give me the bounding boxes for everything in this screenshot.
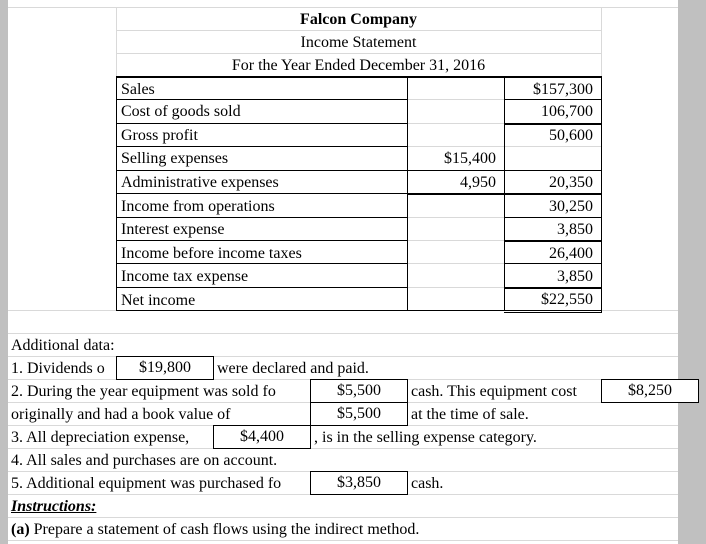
instructions-heading: Instructions:: [11, 498, 97, 515]
row-col1: [408, 100, 504, 123]
row-label: Net income: [121, 292, 196, 309]
instruction-a-text: Prepare a statement of cash flows using …: [29, 521, 420, 538]
row-col2: $157,300: [533, 81, 593, 98]
row-label: Cost of goods sold: [121, 103, 241, 120]
equipment-sale-value: $5,500: [310, 379, 408, 403]
row-label: Income before income taxes: [121, 245, 302, 262]
row-col1: [408, 124, 504, 147]
equipment-purchase-value: $3,850: [310, 471, 408, 495]
row-label: Selling expenses: [121, 150, 229, 167]
row-col1: [408, 78, 504, 101]
item5-text: 5. Additional equipment was purchased fo: [11, 475, 282, 492]
company-name: Falcon Company: [300, 11, 417, 28]
row-col1: [408, 242, 504, 265]
row-col1: [408, 195, 504, 218]
row-col1: 4,950: [460, 174, 496, 191]
row-label: Income tax expense: [121, 268, 249, 285]
dividends-value: $19,800: [116, 356, 214, 380]
additional-data-heading: Additional data:: [11, 337, 115, 354]
item4-text: 4. All sales and purchases are on accoun…: [11, 452, 278, 469]
item5-post: cash.: [411, 475, 444, 492]
statement-period: For the Year Ended December 31, 2016: [231, 57, 486, 74]
row-label: Income from operations: [121, 198, 275, 215]
row-label: Gross profit: [121, 127, 198, 144]
row-col2: 3,850: [557, 268, 593, 285]
row-label: Administrative expenses: [121, 174, 279, 191]
row-col2: 50,600: [549, 127, 593, 144]
depreciation-value: $4,400: [213, 425, 311, 449]
row-col1: [408, 289, 504, 312]
item2-text: 2. During the year equipment was sold fo: [11, 383, 276, 400]
item3-text: 3. All depreciation expense,: [11, 429, 190, 446]
left-gutter: [0, 0, 8, 544]
row-col2: 106,700: [541, 103, 593, 120]
row-col2: [505, 147, 601, 170]
row-label: Sales: [121, 81, 155, 98]
equipment-cost-value: $8,250: [601, 379, 699, 403]
row-col2: 30,250: [549, 198, 593, 215]
row-col2: 26,400: [549, 245, 593, 262]
item2b-text: originally and had a book value of: [11, 406, 231, 423]
item1-text: 1. Dividends o: [11, 360, 105, 377]
row-col1: [408, 218, 504, 241]
instruction-a: (a) Prepare a statement of cash flows us…: [11, 518, 611, 541]
instruction-a-label: (a): [11, 521, 30, 538]
book-value: $5,500: [310, 402, 408, 426]
item3-post: , is in the selling expense category.: [314, 429, 537, 446]
row-col2: 3,850: [557, 221, 593, 238]
row-col1: $15,400: [444, 150, 496, 167]
item2b-post: at the time of sale.: [411, 406, 529, 423]
row-col2: 20,350: [549, 174, 593, 191]
statement-title: Income Statement: [300, 34, 417, 51]
right-scrollbar[interactable]: [678, 0, 706, 544]
row-col1: [408, 265, 504, 288]
item1-post: were declared and paid.: [217, 360, 369, 377]
row-col2: $22,550: [541, 291, 593, 308]
row-label: Interest expense: [121, 221, 225, 238]
item2-mid: cash. This equipment cost: [411, 383, 577, 400]
